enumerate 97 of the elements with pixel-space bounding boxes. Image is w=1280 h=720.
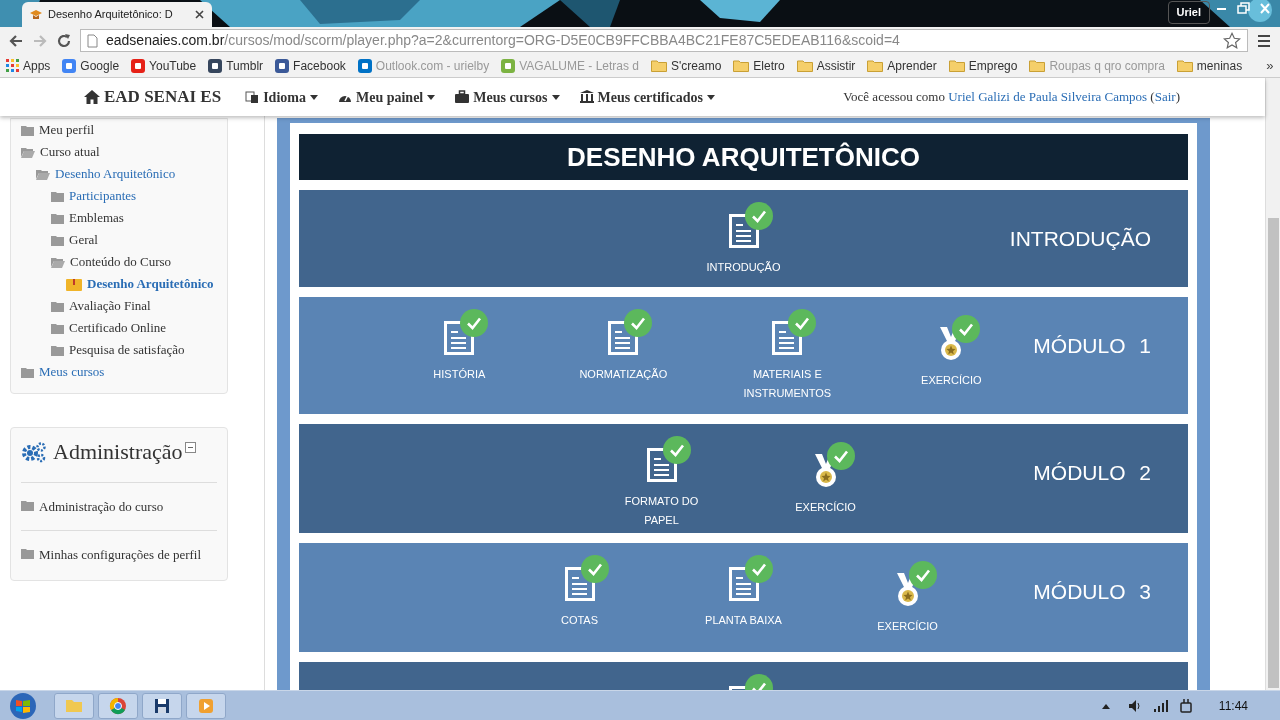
url-text: eadsenaies.com.br/cursos/mod/scorm/player.php?a=2&currentorg=ORG-D5E0CB9FFCBBA4BC21FE87C5EDEAB116&scoid=4: [106, 31, 901, 50]
browser-icon: [108, 695, 128, 716]
module-title: MÓDULO 2: [1033, 460, 1151, 486]
course-title: DESENHO ARQUITETÔNICO: [299, 134, 1188, 180]
language-icon: [245, 90, 260, 104]
address-bar[interactable]: eadsenaies.com.br/cursos/mod/scorm/player.php?a=2&currentorg=ORG-D5E0CB9FFCBBA4BC21FE87C5EDEAB116&scoid=4: [80, 29, 1248, 52]
menu-icon[interactable]: [1256, 32, 1272, 49]
scrollbar[interactable]: [1265, 78, 1280, 690]
tree-item-link[interactable]: Desenho Arquitetônico: [87, 276, 214, 292]
bookmark-link[interactable]: Aprender: [867, 56, 937, 75]
tree-item-link[interactable]: Emblemas: [69, 210, 124, 226]
lesson-link[interactable]: MATERIAIS E INSTRUMENTOS: [705, 309, 870, 403]
tree-item-link[interactable]: Avaliação Final: [69, 298, 151, 314]
menu-dropdown[interactable]: Meus certificados: [579, 86, 715, 108]
bookmark-link[interactable]: Facebook: [275, 56, 346, 75]
building-icon: [579, 90, 594, 104]
caret-icon: [309, 94, 318, 100]
admin-link[interactable]: Administração do curso: [39, 497, 164, 516]
login-info-text: Você acessou como Uriel Galizi de Paula Silveira Campos (Sair): [843, 88, 1180, 107]
document-icon: [728, 567, 759, 601]
folder-icon: [796, 59, 813, 72]
document-icon: [608, 321, 639, 355]
page-icon: [87, 33, 98, 48]
bookmark-link[interactable]: YouTube: [131, 56, 197, 75]
star-icon[interactable]: [1223, 31, 1241, 50]
panel-title: Administração: [53, 438, 183, 466]
menu-dropdown[interactable]: Idioma: [245, 86, 318, 108]
lesson-link[interactable]: FORMATO DO PAPEL: [579, 436, 744, 530]
tree-item-link[interactable]: Curso atual: [40, 144, 100, 160]
document-icon: [772, 321, 803, 355]
lesson-link[interactable]: HISTÓRIA: [377, 309, 542, 384]
logout-link[interactable]: Sair: [1154, 89, 1176, 105]
browser-tab[interactable]: Desenho Arquitetônico: D: [22, 2, 212, 27]
folder-icon: [21, 548, 34, 559]
folder-icon: [733, 59, 750, 72]
taskbar-app-button[interactable]: [142, 692, 182, 719]
bookmark-link[interactable]: Assistir: [796, 56, 856, 75]
tree-item-link[interactable]: Conteúdo do Curso: [70, 254, 172, 270]
module-title: INTRODUÇÃO: [1009, 226, 1151, 252]
lesson-link[interactable]: EXERCÍCIO: [869, 309, 1034, 390]
bookmark-link[interactable]: meninas: [1176, 56, 1243, 75]
bookmark-link[interactable]: Eletro: [733, 56, 785, 75]
more-bookmarks-button[interactable]: »: [1266, 55, 1280, 76]
tab-title: Desenho Arquitetônico: D: [48, 7, 173, 23]
site-brand-link[interactable]: EAD SENAI ES: [84, 84, 222, 110]
caret-icon: [551, 94, 560, 100]
bookmark-link[interactable]: Emprego: [948, 56, 1018, 75]
bookmark-link[interactable]: Tumblr: [208, 56, 264, 75]
module-title: MÓDULO 1: [1033, 333, 1151, 359]
folder-icon: [21, 500, 34, 511]
home-icon: [84, 90, 100, 104]
user-link[interactable]: Uriel Galizi de Paula Silveira Campos: [948, 89, 1148, 105]
graduation-cap-icon: [30, 9, 42, 20]
power-plug-icon[interactable]: [1178, 697, 1193, 714]
briefcase-icon: [455, 90, 470, 104]
document-icon: [646, 448, 677, 482]
lesson-link[interactable]: NORMATIZAÇÃO: [541, 309, 706, 384]
lesson-link[interactable]: PLANTA BAIXA: [661, 555, 826, 630]
package-icon: [66, 278, 82, 291]
bookmark-link[interactable]: S'creamo: [651, 56, 722, 75]
bookmark-link[interactable]: Google: [62, 56, 120, 75]
lesson-link[interactable]: EXERCÍCIO: [825, 555, 990, 636]
lesson-link[interactable]: EXERCÍCIO: [743, 436, 908, 517]
document-icon: [728, 214, 759, 248]
profile-button[interactable]: Uriel: [1167, 1, 1210, 24]
clock-text: 11:44: [1218, 697, 1248, 715]
tree-item-link[interactable]: Meus cursos: [39, 364, 105, 380]
lesson-link[interactable]: INTRODUÇÃO: [661, 202, 826, 277]
folder-icon: [651, 59, 667, 72]
menu-dropdown[interactable]: Meus cursos: [455, 86, 560, 108]
admin-link[interactable]: Minhas configurações de perfil: [39, 545, 202, 564]
module-title: MÓDULO 3: [1033, 579, 1151, 605]
back-icon[interactable]: [8, 32, 24, 49]
apps-grid-icon: [6, 59, 19, 72]
caret-icon: [427, 94, 436, 100]
lesson-link[interactable]: COTAS: [497, 555, 662, 630]
caret-icon: [706, 94, 715, 100]
folder-icon: [948, 59, 965, 72]
signal-icon[interactable]: [1152, 698, 1169, 713]
document-icon: [444, 321, 475, 355]
reload-icon[interactable]: [56, 32, 72, 49]
gears-icon: [21, 441, 47, 463]
tree-item-link[interactable]: Certificado Online: [69, 320, 167, 336]
folder-icon: [1029, 59, 1046, 72]
folder-icon: [1176, 59, 1193, 72]
tree-item-link[interactable]: Participantes: [69, 188, 137, 204]
folder-icon: [867, 59, 884, 72]
close-icon[interactable]: [195, 10, 204, 19]
scrollbar-thumb[interactable]: [1267, 218, 1279, 688]
tree-item-link[interactable]: Pesquisa de satisfação: [69, 342, 185, 358]
menu-dropdown[interactable]: Meu painel: [337, 86, 436, 108]
tree-item-link[interactable]: Desenho Arquitetônico: [55, 166, 176, 182]
bookmark-link[interactable]: Apps: [6, 56, 51, 75]
tree-item-link[interactable]: Geral: [69, 232, 98, 248]
collapse-icon[interactable]: [184, 442, 196, 453]
document-icon: [564, 567, 595, 601]
tree-item-link[interactable]: Meu perfil: [39, 122, 95, 138]
